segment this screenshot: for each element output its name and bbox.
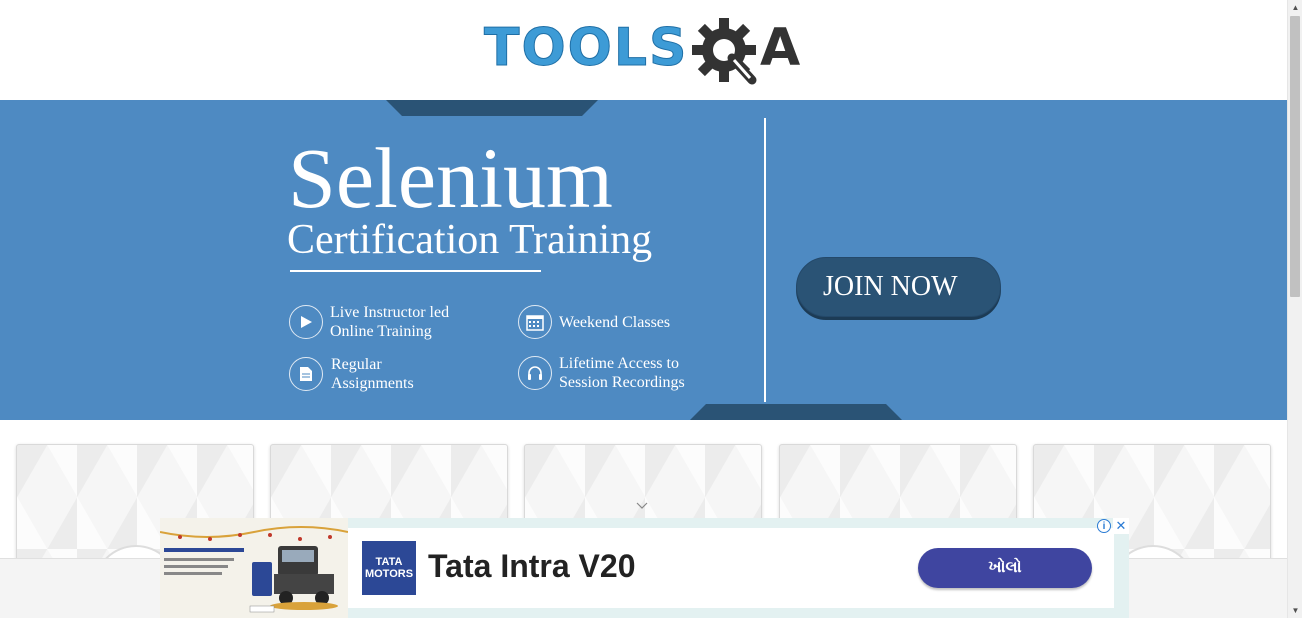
site-header: TOOLS A <box>0 0 1287 100</box>
feature-label-line1: Lifetime Access to <box>559 355 679 372</box>
ad-content[interactable]: TATA MOTORS Tata Intra V20 ખોલો <box>348 528 1114 608</box>
feature-label-line1: Regular <box>331 356 382 373</box>
feature-live-training: Live Instructor led Online Training <box>289 303 449 341</box>
document-icon <box>289 357 323 391</box>
chevron-down-icon[interactable] <box>636 502 648 510</box>
selenium-training-banner[interactable]: Selenium Certification Training Live Ins… <box>0 100 1287 420</box>
play-icon <box>289 305 323 339</box>
tata-motors-logo: TATA MOTORS <box>362 541 416 595</box>
ad-brand-line2: MOTORS <box>364 568 414 580</box>
scroll-down-arrow-icon[interactable]: ▼ <box>1288 603 1302 618</box>
feature-label-line2: Session Recordings <box>559 374 685 391</box>
banner-top-decoration <box>386 100 598 116</box>
feature-lifetime-access: Lifetime Access to Session Recordings <box>518 354 685 392</box>
ad-title: Tata Intra V20 <box>428 548 636 584</box>
banner-subtitle: Certification Training <box>287 217 653 263</box>
banner-title: Selenium <box>288 130 613 226</box>
scroll-up-arrow-icon[interactable]: ▲ <box>1288 0 1302 15</box>
logo-text-a: A <box>760 18 801 78</box>
ad-truck-image[interactable] <box>160 518 348 618</box>
calendar-icon <box>518 305 552 339</box>
feature-label-line2: Online Training <box>330 323 432 340</box>
feature-label-line2: Assignments <box>331 375 414 392</box>
title-underline <box>290 270 541 272</box>
vertical-scrollbar[interactable]: ▲ ▼ <box>1287 0 1302 618</box>
close-icon[interactable]: ✕ <box>1113 518 1129 534</box>
toolsqa-logo[interactable]: TOOLS A <box>483 14 808 92</box>
join-now-button[interactable]: JOIN NOW <box>796 257 1001 317</box>
ad-open-button[interactable]: ખોલો <box>918 548 1092 588</box>
headphones-icon <box>518 356 552 390</box>
advertisement-banner[interactable]: TATA MOTORS Tata Intra V20 ખોલો i ✕ <box>160 518 1129 618</box>
feature-assignments: Regular Assignments <box>289 355 414 393</box>
banner-bottom-decoration <box>690 404 902 420</box>
feature-label: Weekend Classes <box>559 313 671 331</box>
info-icon[interactable]: i <box>1097 519 1111 533</box>
banner-divider <box>764 118 766 402</box>
ad-brand-line1: TATA <box>375 556 403 568</box>
gear-magnifier-icon <box>692 18 757 85</box>
feature-label-line1: Live Instructor led <box>330 304 450 321</box>
scrollbar-thumb[interactable] <box>1290 16 1300 297</box>
logo-text-tools: TOOLS <box>483 18 689 79</box>
feature-weekend-classes: Weekend Classes <box>518 305 670 339</box>
